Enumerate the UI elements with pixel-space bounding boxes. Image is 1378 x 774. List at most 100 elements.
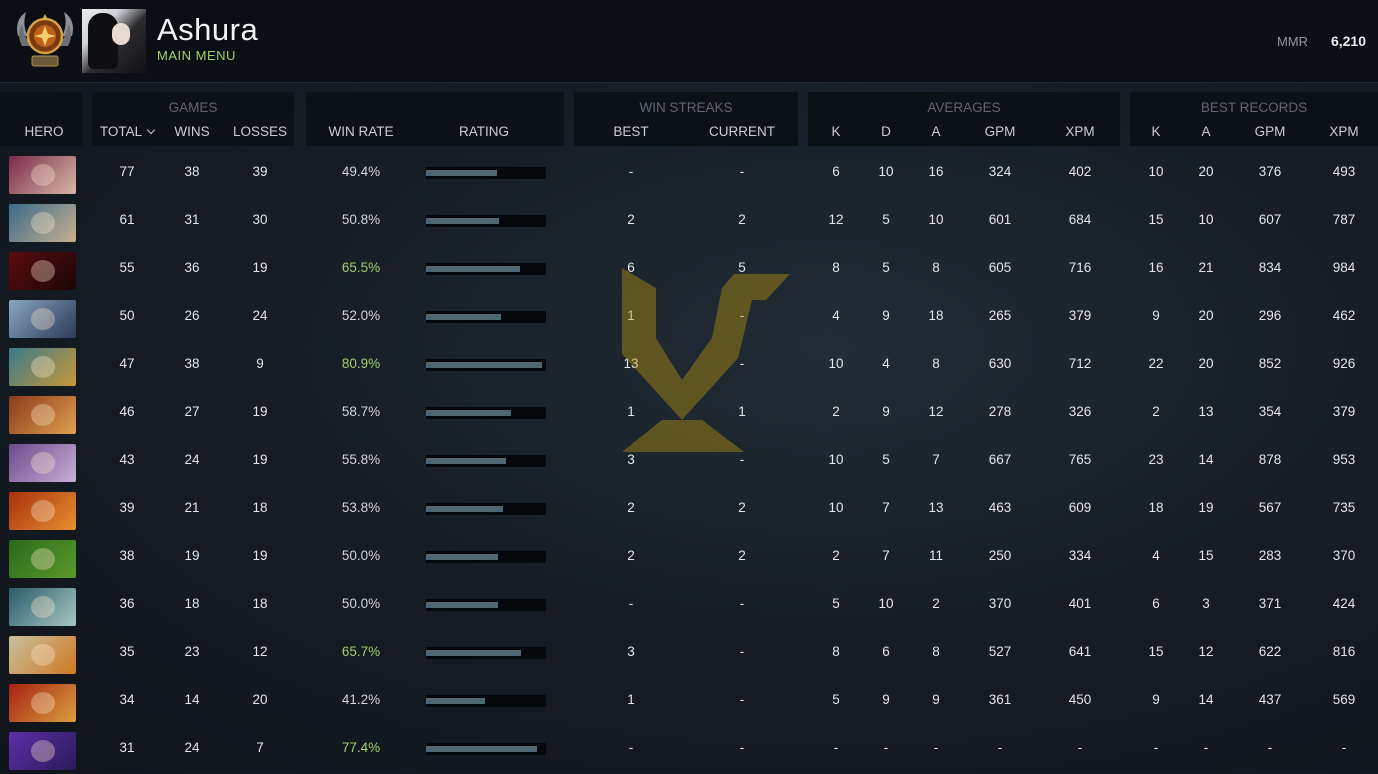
col-header-avg-d[interactable]: D <box>866 124 906 139</box>
keeper-of-the-light-portrait-icon[interactable] <box>9 636 76 674</box>
col-header-wins-label: WINS <box>174 124 210 139</box>
hero-portrait-highlight <box>31 548 55 570</box>
cell-streak-best: 2 <box>627 548 635 563</box>
mmr-value: 6,210 <box>1330 33 1366 49</box>
rating-bar-fill <box>426 314 501 320</box>
table-row[interactable]: 35 23 12 65.7% 3-8 6 8 527 641 15 12 622 816 <box>0 630 1378 678</box>
cell-win-rate: 80.9% <box>341 356 381 371</box>
col-header-best-a[interactable]: A <box>1186 124 1226 139</box>
cell-streak-current: - <box>739 644 745 659</box>
col-header-avg-gpm-label: GPM <box>984 124 1016 139</box>
cell-streak-best: 1 <box>627 692 635 707</box>
cell-streak-best: 6 <box>627 260 635 275</box>
col-header-best-gpm[interactable]: GPM <box>1244 124 1296 139</box>
cell-avg-d: 5 <box>882 452 890 467</box>
cell-best-gpm: 834 <box>1258 260 1282 275</box>
rating-bar-track <box>426 455 546 467</box>
rating-bar-fill <box>426 410 511 416</box>
col-header-hero[interactable]: HERO <box>4 124 84 139</box>
col-header-avg-k[interactable]: K <box>816 124 856 139</box>
rating-bar-track <box>426 359 546 371</box>
tinker-portrait-icon[interactable] <box>9 588 76 626</box>
cell-avg-k: 5 <box>832 692 840 707</box>
col-header-avg-gpm[interactable]: GPM <box>974 124 1026 139</box>
table-row[interactable]: 39 21 18 53.8% 2 2 10 7 13 463 609 18 19 567 735 <box>0 486 1378 534</box>
cell-best-a: 12 <box>1198 644 1214 659</box>
player-avatar[interactable] <box>82 9 146 73</box>
cell-avg-gpm: 605 <box>988 260 1012 275</box>
cell-avg-gpm: 250 <box>988 548 1012 563</box>
earthshaker-portrait-icon[interactable] <box>9 396 76 434</box>
spirit-breaker-portrait-icon[interactable] <box>9 348 76 386</box>
cell-best-xpm: 370 <box>1332 548 1356 563</box>
rating-bar-fill <box>426 362 542 368</box>
cell-streak-best: - <box>628 596 634 611</box>
col-header-avg-a[interactable]: A <box>916 124 956 139</box>
col-header-streak-current[interactable]: CURRENT <box>700 124 784 139</box>
table-row[interactable]: 34 14 20 41.2% 1-5 9 9 361 450 9 14 437 569 <box>0 678 1378 726</box>
legion-commander-portrait-icon[interactable] <box>9 684 76 722</box>
cell-avg-d: 9 <box>882 692 890 707</box>
col-header-total-label: TOTAL <box>99 124 143 139</box>
rating-bar-fill <box>426 554 498 560</box>
table-row[interactable]: 46 27 19 58.7% 1 1 2 9 12 278 326 2 13 354 379 <box>0 390 1378 438</box>
col-header-avg-k-label: K <box>831 124 841 139</box>
cell-avg-k: 5 <box>832 596 840 611</box>
shadow-fiend-portrait-icon[interactable] <box>9 252 76 290</box>
cell-avg-k: 6 <box>832 164 840 179</box>
sniper-portrait-icon[interactable] <box>9 204 76 242</box>
templar-assassin-portrait-icon[interactable] <box>9 444 76 482</box>
cell-best-a: 21 <box>1198 260 1214 275</box>
ember-spirit-portrait-icon[interactable] <box>9 492 76 530</box>
col-header-rating[interactable]: RATING <box>436 124 532 139</box>
cell-avg-xpm: 379 <box>1068 308 1092 323</box>
col-header-best-xpm[interactable]: XPM <box>1318 124 1370 139</box>
table-row[interactable]: 36 18 18 50.0% - -5 10 2 370 401 6 3 371 424 <box>0 582 1378 630</box>
cell-avg-k: 12 <box>828 212 844 227</box>
cell-avg-a: - <box>933 740 939 755</box>
cell-avg-xpm: 401 <box>1068 596 1092 611</box>
cell-win-rate: 55.8% <box>341 452 381 467</box>
cell-avg-gpm: 463 <box>988 500 1012 515</box>
cell-best-a: 10 <box>1198 212 1214 227</box>
table-row[interactable]: 77 38 39 49.4% - -6 10 16 324 402 10 20 376 493 <box>0 150 1378 198</box>
table-row[interactable]: 31 24 7 77.4% - - - - - - - - - - - <box>0 726 1378 774</box>
table-row[interactable]: 43 24 19 55.8% 3-10 5 7 667 765 23 14 878 953 <box>0 438 1378 486</box>
rating-bar-fill <box>426 698 485 704</box>
cell-avg-d: 7 <box>882 500 890 515</box>
table-row[interactable]: 47 38 9 80.9% 13-10 4 8 630 712 22 20 852 926 <box>0 342 1378 390</box>
cell-streak-current: 2 <box>738 212 746 227</box>
table-row[interactable]: 50 26 24 52.0% 1-4 9 18 265 379 9 20 296 462 <box>0 294 1378 342</box>
cell-best-a: - <box>1203 740 1209 755</box>
cell-avg-gpm: - <box>997 740 1003 755</box>
crystal-maiden-portrait-icon[interactable] <box>9 300 76 338</box>
col-header-best-k[interactable]: K <box>1136 124 1176 139</box>
void-spirit-portrait-icon[interactable] <box>9 732 76 770</box>
rubick-portrait-icon[interactable] <box>9 540 76 578</box>
cell-win-rate: 77.4% <box>341 740 381 755</box>
table-row[interactable]: 61 31 30 50.8% 2 2 12 5 10 601 684 15 10 607 787 <box>0 198 1378 246</box>
col-header-win-rate-label: WIN RATE <box>328 124 394 139</box>
col-header-streak-best[interactable]: BEST <box>596 124 666 139</box>
cell-streak-current: 5 <box>738 260 746 275</box>
table-row[interactable]: 38 19 19 50.0% 2 2 2 7 11 250 334 4 15 283 370 <box>0 534 1378 582</box>
table-row[interactable]: 55 36 19 65.5% 6 5 8 5 8 605 716 16 21 834 984 <box>0 246 1378 294</box>
cell-avg-a: 7 <box>932 452 940 467</box>
cell-avg-k: 2 <box>832 548 840 563</box>
hero-portrait-highlight <box>31 212 55 234</box>
invoker-portrait-icon[interactable] <box>9 156 76 194</box>
col-header-win-rate[interactable]: WIN RATE <box>316 124 406 139</box>
hero-portrait-highlight <box>31 260 55 282</box>
cell-avg-xpm: 684 <box>1068 212 1092 227</box>
cell-avg-d: 10 <box>878 596 894 611</box>
cell-best-gpm: 622 <box>1258 644 1282 659</box>
col-header-losses[interactable]: LOSSES <box>220 124 300 139</box>
cell-avg-a: 16 <box>928 164 944 179</box>
main-menu-link[interactable]: MAIN MENU <box>157 48 236 63</box>
cell-best-a: 15 <box>1198 548 1214 563</box>
cell-win-rate: 65.5% <box>341 260 381 275</box>
col-header-avg-xpm[interactable]: XPM <box>1054 124 1106 139</box>
hero-portrait-highlight <box>31 164 55 186</box>
hero-portrait-highlight <box>31 500 55 522</box>
cell-win-rate: 58.7% <box>341 404 381 419</box>
